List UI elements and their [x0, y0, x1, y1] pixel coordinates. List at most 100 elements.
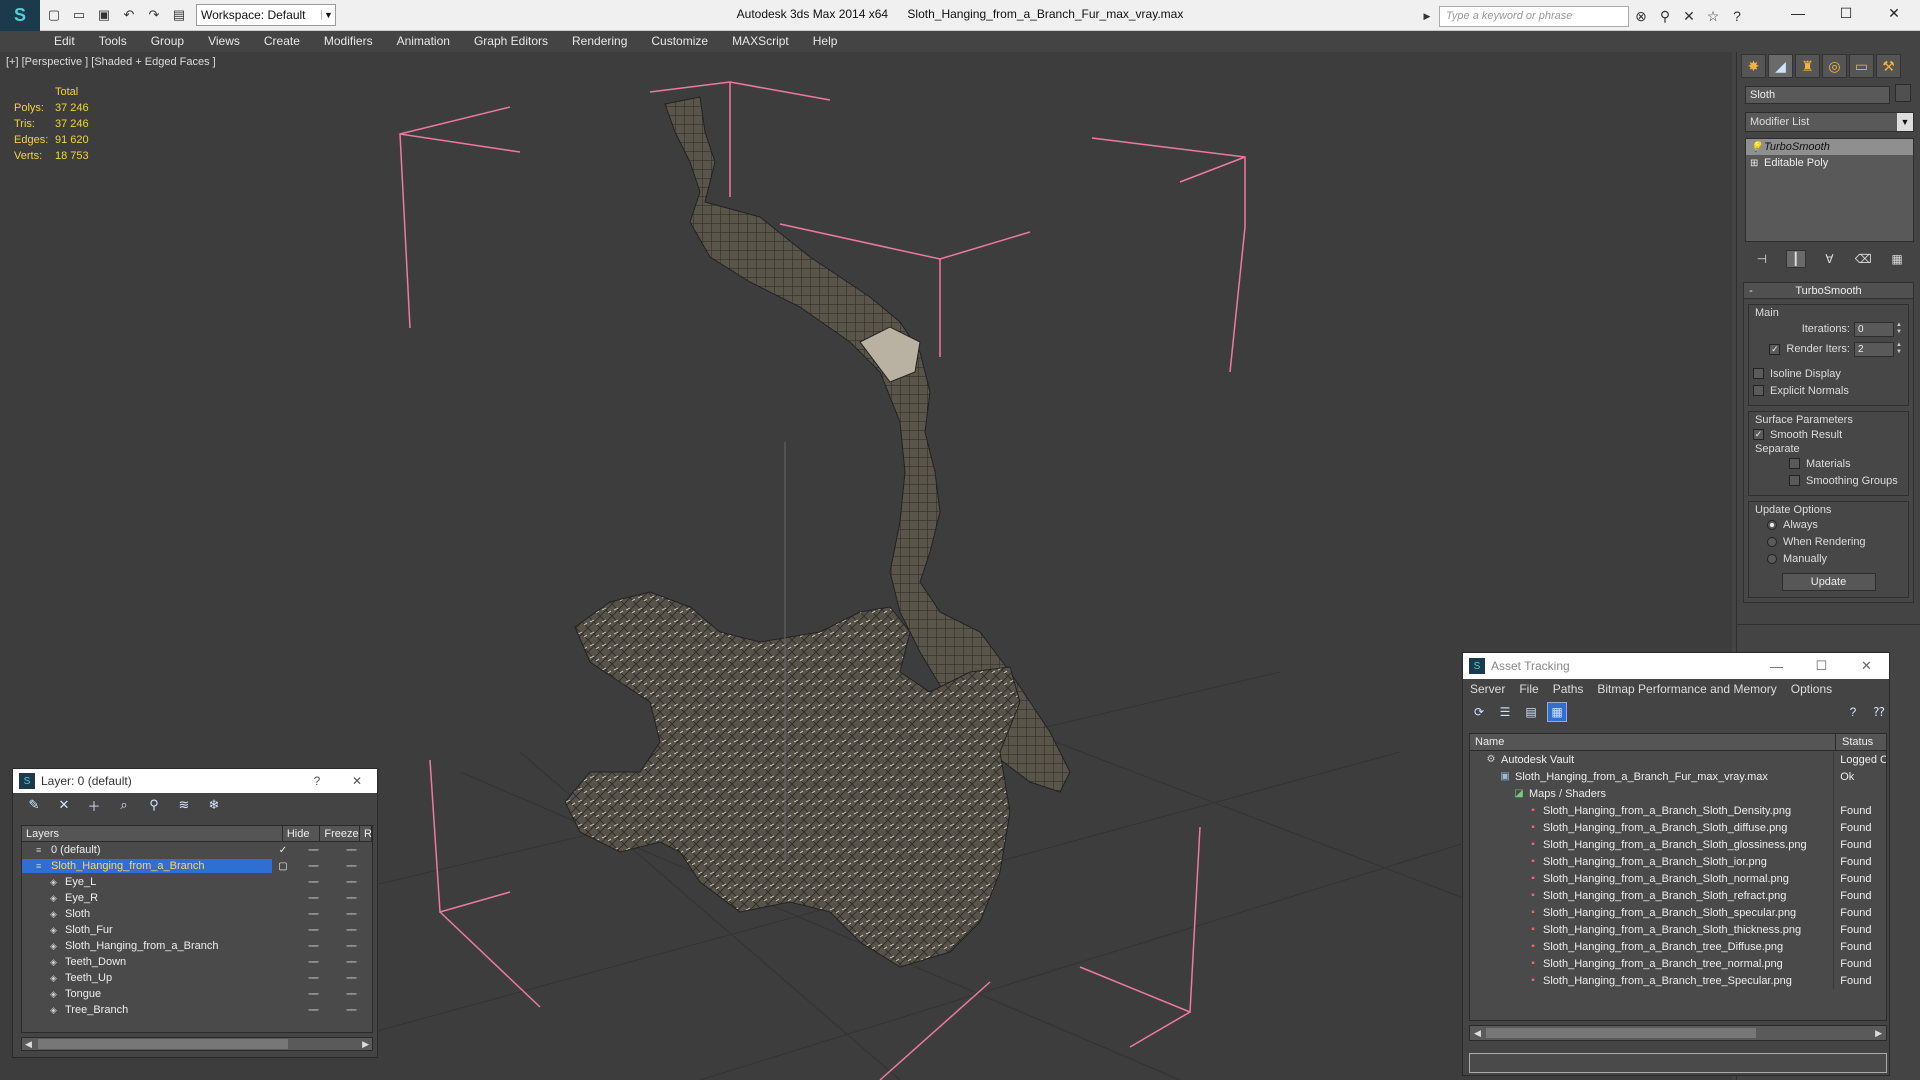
help-icon[interactable]: ? [1725, 5, 1749, 27]
object-name-field[interactable]: Sloth [1745, 86, 1890, 104]
help-icon[interactable]: ? [1843, 702, 1863, 722]
smooth-result-checkbox[interactable]: ✓ [1753, 429, 1764, 440]
maximize-button[interactable]: ☐ [1799, 658, 1844, 674]
freeze-toggle[interactable]: ━━ [332, 877, 370, 888]
asset-name-cell[interactable]: ▪ Sloth_Hanging_from_a_Branch_tree_normal… [1470, 955, 1835, 972]
redo-icon[interactable]: ↷ [143, 4, 165, 26]
project-folder-icon[interactable]: ▤ [168, 4, 190, 26]
hide-toggle[interactable]: ━━ [294, 1005, 332, 1016]
freeze-all-layers-icon[interactable]: ❄ [205, 796, 223, 814]
freeze-toggle[interactable]: ━━ [332, 973, 370, 984]
spinner-arrows-icon[interactable]: ▲ ▼ [1896, 322, 1904, 336]
manually-radio[interactable] [1767, 553, 1777, 564]
open-file-icon[interactable]: ▭ [68, 4, 90, 26]
menu-paths[interactable]: Paths [1553, 682, 1584, 696]
freeze-toggle[interactable]: ━━ [332, 989, 370, 1000]
menu-animation[interactable]: Animation [397, 34, 450, 48]
freeze-toggle[interactable]: ━━ [332, 957, 370, 968]
horizontal-scrollbar[interactable]: ◀ ▶ [21, 1037, 373, 1051]
hide-toggle[interactable]: ━━ [294, 957, 332, 968]
table-view-icon[interactable]: ▦ [1547, 702, 1567, 722]
binoculars-icon[interactable]: ⊗ [1629, 5, 1653, 27]
menu-modifiers[interactable]: Modifiers [324, 34, 373, 48]
menu-bitmap-performance[interactable]: Bitmap Performance and Memory [1597, 682, 1776, 696]
layer-row[interactable]: ◈ Teeth_Up ━━ ━━ [22, 970, 372, 986]
smoothing-groups-checkbox[interactable] [1789, 475, 1800, 486]
asset-row[interactable]: ▪ Sloth_Hanging_from_a_Branch_tree_Diffus… [1470, 938, 1886, 955]
menu-options[interactable]: Options [1791, 682, 1832, 696]
isoline-checkbox[interactable] [1753, 368, 1764, 379]
motion-tab-icon[interactable]: ◎ [1822, 54, 1847, 78]
freeze-toggle[interactable]: ━━ [332, 925, 370, 936]
layer-row[interactable]: ◈ Sloth_Hanging_from_a_Branch ━━ ━━ [22, 938, 372, 954]
asset-name-cell[interactable]: ▪ Sloth_Hanging_from_a_Branch_Sloth_Densi… [1470, 802, 1835, 819]
layer-name-cell[interactable]: ◈ Teeth_Down [22, 955, 272, 969]
select-objects-icon[interactable]: ⌕ [115, 796, 133, 814]
update-button[interactable]: Update [1781, 573, 1876, 591]
save-file-icon[interactable]: ▣ [93, 4, 115, 26]
layer-name-cell[interactable]: ◈ Eye_R [22, 891, 272, 905]
render-iters-checkbox[interactable]: ✓ [1769, 343, 1781, 355]
layer-name-cell[interactable]: ◈ Tree_Branch [22, 1003, 272, 1017]
layer-name-cell[interactable]: ≡ 0 (default) [22, 843, 272, 857]
layer-row[interactable]: ◈ Eye_R ━━ ━━ [22, 890, 372, 906]
iterations-spinner[interactable]: 0 [1854, 321, 1894, 337]
viewport-label[interactable]: [+] [Perspective ] [Shaded + Edged Faces… [6, 56, 216, 68]
col-name[interactable]: Name [1470, 734, 1836, 750]
layer-row[interactable]: ◈ Teeth_Down ━━ ━━ [22, 954, 372, 970]
layer-row[interactable]: ◈ Eye_L ━━ ━━ [22, 874, 372, 890]
asset-row[interactable]: ⚙ Autodesk Vault Logged Out [1470, 751, 1886, 768]
highlight-layer-icon[interactable]: ⚲ [145, 796, 163, 814]
menu-graph-editors[interactable]: Graph Editors [474, 34, 548, 48]
hide-toggle[interactable]: ━━ [294, 877, 332, 888]
materials-checkbox[interactable] [1789, 458, 1800, 469]
current-layer-toggle[interactable]: ▢ [272, 861, 294, 872]
explicit-normals-checkbox[interactable] [1753, 385, 1764, 396]
asset-row[interactable]: ▪ Sloth_Hanging_from_a_Branch_Sloth_Densi… [1470, 802, 1886, 819]
freeze-toggle[interactable]: ━━ [332, 941, 370, 952]
delete-layer-icon[interactable]: ✕ [55, 796, 73, 814]
asset-name-cell[interactable]: ▪ Sloth_Hanging_from_a_Branch_Sloth_ior.p… [1470, 853, 1835, 870]
asset-row[interactable]: ◪ Maps / Shaders [1470, 785, 1886, 802]
col-status[interactable]: Status [1836, 734, 1873, 750]
search-input[interactable]: Type a keyword or phrase [1439, 5, 1629, 27]
hide-all-layers-icon[interactable]: ≋ [175, 796, 193, 814]
scroll-right-icon[interactable]: ▶ [362, 1039, 369, 1050]
hide-toggle[interactable]: ━━ [294, 845, 332, 856]
asset-name-cell[interactable]: ▪ Sloth_Hanging_from_a_Branch_Sloth_norma… [1470, 870, 1835, 887]
hide-toggle[interactable]: ━━ [294, 925, 332, 936]
whats-this-icon[interactable]: ⁇ [1869, 702, 1889, 722]
stack-item-editable-poly[interactable]: ⊞ Editable Poly [1746, 155, 1913, 171]
layer-name-cell[interactable]: ◈ Sloth [22, 907, 272, 921]
display-tab-icon[interactable]: ▭ [1849, 54, 1874, 78]
object-color-swatch[interactable] [1895, 84, 1911, 102]
remove-modifier-icon[interactable]: ⌫ [1853, 250, 1873, 268]
asset-name-cell[interactable]: ▪ Sloth_Hanging_from_a_Branch_Sloth_refra… [1470, 887, 1835, 904]
freeze-toggle[interactable]: ━━ [332, 1005, 370, 1016]
asset-name-cell[interactable]: ⚙ Autodesk Vault [1470, 751, 1835, 768]
asset-dialog-header[interactable]: S Asset Tracking — ☐ ✕ [1463, 653, 1889, 679]
menu-create[interactable]: Create [264, 34, 300, 48]
layer-dialog-header[interactable]: S Layer: 0 (default) ? ✕ [13, 769, 377, 793]
menu-help[interactable]: Help [813, 34, 838, 48]
freeze-toggle[interactable]: ━━ [332, 861, 370, 872]
create-tab-icon[interactable]: ✸ [1741, 54, 1766, 78]
asset-row[interactable]: ▪ Sloth_Hanging_from_a_Branch_tree_Specul… [1470, 972, 1886, 989]
scrollbar-thumb[interactable] [38, 1039, 288, 1049]
layer-row[interactable]: ◈ Sloth ━━ ━━ [22, 906, 372, 922]
scroll-left-icon[interactable]: ◀ [25, 1039, 32, 1050]
search-expand-icon[interactable]: ▶ [1415, 5, 1439, 27]
menu-file[interactable]: File [1519, 682, 1538, 696]
asset-row[interactable]: ▪ Sloth_Hanging_from_a_Branch_Sloth_ior.p… [1470, 853, 1886, 870]
make-unique-icon[interactable]: ∀ [1819, 250, 1839, 268]
layer-name-cell[interactable]: ◈ Eye_L [22, 875, 272, 889]
asset-row[interactable]: ▪ Sloth_Hanging_from_a_Branch_Sloth_diffu… [1470, 819, 1886, 836]
lightbulb-icon[interactable]: 💡 [1750, 142, 1764, 153]
workspace-selector[interactable]: Workspace: Default ▼ [196, 4, 336, 26]
asset-row[interactable]: ▪ Sloth_Hanging_from_a_Branch_Sloth_specu… [1470, 904, 1886, 921]
layer-name-cell[interactable]: ◈ Tongue [22, 987, 272, 1001]
scroll-left-icon[interactable]: ◀ [1474, 1028, 1481, 1039]
hide-toggle[interactable]: ━━ [294, 861, 332, 872]
when-rendering-radio[interactable] [1767, 536, 1777, 547]
asset-row[interactable]: ▪ Sloth_Hanging_from_a_Branch_Sloth_thick… [1470, 921, 1886, 938]
